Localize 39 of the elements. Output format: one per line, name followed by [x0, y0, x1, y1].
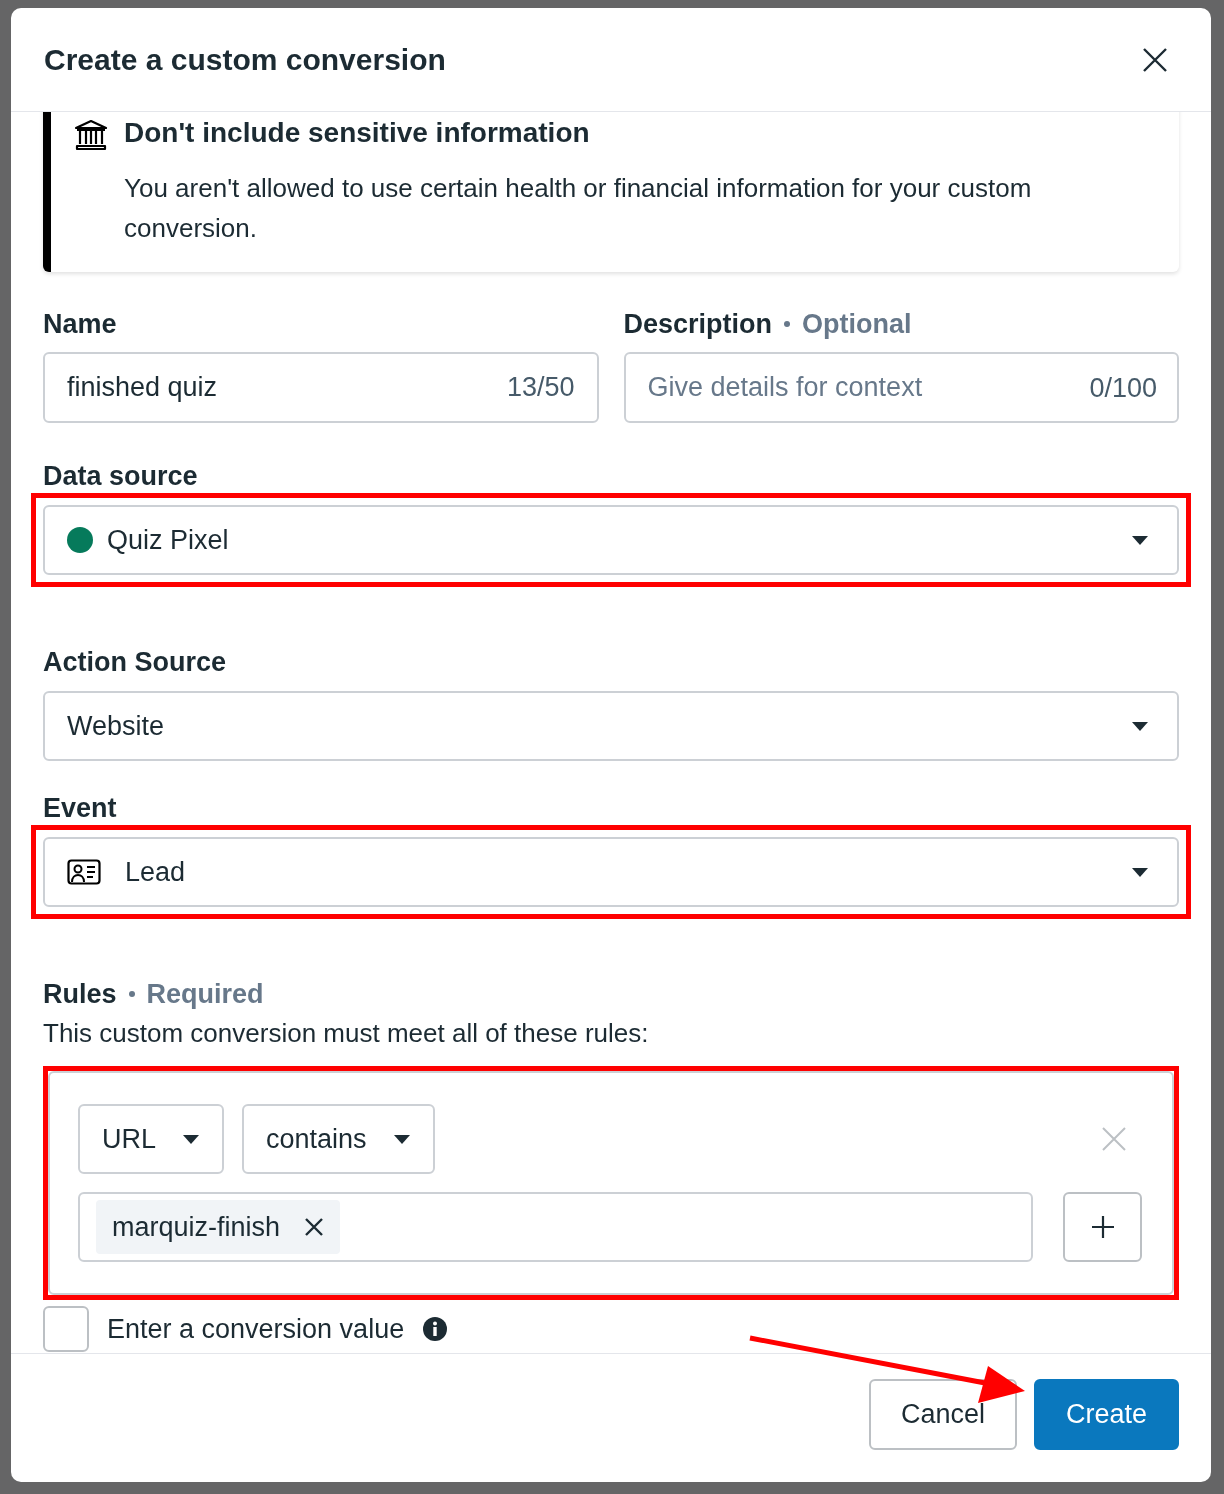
- required-note: Required: [146, 978, 264, 1011]
- cancel-button[interactable]: Cancel: [868, 1379, 1017, 1450]
- name-field[interactable]: finished quiz 13/50: [43, 352, 599, 423]
- contact-card-icon: [67, 859, 101, 885]
- create-button[interactable]: Create: [1033, 1379, 1179, 1450]
- rules-description: This custom conversion must meet all of these rules:: [43, 1017, 650, 1050]
- value-field[interactable]: marquiz-finish: [78, 1192, 1033, 1262]
- notice-text: You aren't allowed to use certain health or financial information for your custom conversion.: [124, 172, 1033, 245]
- caret-icon: [1131, 866, 1149, 878]
- field-label: Data source: [43, 460, 199, 493]
- character-counter: 0/100: [1089, 372, 1157, 403]
- separator-dot: [128, 991, 135, 997]
- dropdown[interactable]: Website: [43, 691, 1179, 761]
- caret-icon: [1131, 720, 1149, 732]
- caret-icon: [182, 1133, 200, 1145]
- info-icon: [422, 1316, 449, 1342]
- dialog-title: Create a custom conversion: [44, 42, 446, 77]
- checkbox-label: Enter a conversion value: [107, 1313, 405, 1345]
- plus-icon: [1090, 1215, 1115, 1239]
- close-icon[interactable]: [304, 1217, 325, 1237]
- checkbox[interactable]: [43, 1306, 89, 1352]
- field-label: Action Source: [43, 646, 228, 679]
- field-label: Description: [623, 308, 773, 341]
- dropdown[interactable]: Quiz Pixel: [43, 505, 1179, 575]
- field-dropdown[interactable]: URL: [78, 1104, 224, 1174]
- field-label: Rules: [43, 978, 117, 1011]
- close-icon[interactable]: [1142, 46, 1168, 73]
- notice-title: Don't include sensitive information: [124, 116, 591, 150]
- caret-icon: [1131, 534, 1149, 546]
- dropdown[interactable]: Lead: [43, 837, 1179, 907]
- operator-dropdown[interactable]: contains: [242, 1104, 435, 1174]
- caret-icon: [392, 1133, 411, 1145]
- add-button[interactable]: [1063, 1192, 1142, 1262]
- optional-note: Optional: [802, 308, 912, 341]
- bank-icon: [74, 119, 108, 151]
- field-label: Name: [43, 308, 118, 341]
- separator-dot: [784, 321, 791, 327]
- value-chip[interactable]: marquiz-finish: [96, 1200, 341, 1254]
- field-label: Event: [43, 792, 118, 825]
